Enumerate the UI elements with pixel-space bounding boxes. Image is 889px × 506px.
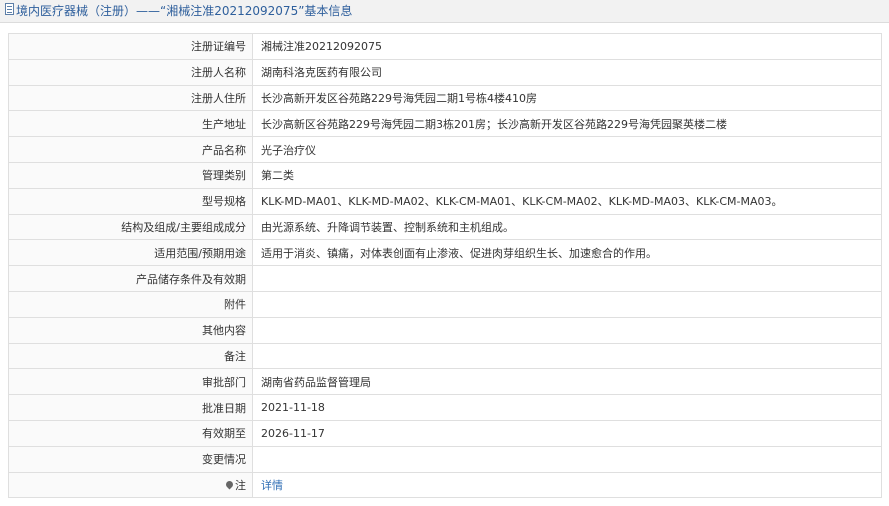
field-label: 注册人住所: [8, 84, 253, 112]
table-row: 附件: [8, 290, 882, 318]
table-row: 适用范围/预期用途 适用于消炎、镇痛，对体表创面有止渗液、促进肉芽组织生长、加速…: [8, 239, 882, 267]
field-value: 湖南科洛克医药有限公司: [252, 58, 882, 86]
field-label: 注册人名称: [8, 58, 253, 86]
field-label: 生产地址: [8, 110, 253, 138]
note-label-cell: 注: [8, 471, 253, 499]
field-value: KLK-MD-MA01、KLK-MD-MA02、KLK-CM-MA01、KLK-…: [252, 187, 882, 215]
field-value: 2021-11-18: [252, 394, 882, 421]
field-label: 其他内容: [8, 316, 253, 344]
table-row: 型号规格 KLK-MD-MA01、KLK-MD-MA02、KLK-CM-MA01…: [8, 187, 882, 215]
field-label: 注册证编号: [8, 33, 253, 60]
table-row: 注册人名称 湖南科洛克医药有限公司: [8, 58, 882, 86]
table-row: 注册证编号 湘械注准20212092075: [8, 33, 882, 60]
table-row: 审批部门 湖南省药品监督管理局: [8, 368, 882, 396]
field-label: 审批部门: [8, 368, 253, 396]
field-label: 结构及组成/主要组成成分: [8, 213, 253, 241]
field-value: [252, 316, 882, 344]
field-label: 批准日期: [8, 394, 253, 421]
table-row: 批准日期 2021-11-18: [8, 394, 882, 421]
field-value: [252, 445, 882, 473]
field-value: 适用于消炎、镇痛，对体表创面有止渗液、促进肉芽组织生长、加速愈合的作用。: [252, 239, 882, 267]
table-row: 注册人住所 长沙高新开发区谷苑路229号海凭园二期1号栋4楼410房: [8, 84, 882, 112]
field-value: 第二类: [252, 161, 882, 189]
pin-icon: [224, 479, 235, 490]
field-value: 湘械注准20212092075: [252, 33, 882, 60]
table-row: 其他内容: [8, 316, 882, 344]
table-row: 备注: [8, 342, 882, 370]
field-label: 管理类别: [8, 161, 253, 189]
page-header: 境内医疗器械（注册）——“湘械注准20212092075”基本信息: [0, 0, 889, 23]
field-value: 长沙高新区谷苑路229号海凭园二期3栋201房；长沙高新开发区谷苑路229号海凭…: [252, 110, 882, 138]
field-value: 长沙高新开发区谷苑路229号海凭园二期1号栋4楼410房: [252, 84, 882, 112]
table-row: 变更情况: [8, 445, 882, 473]
details-link[interactable]: 详情: [261, 479, 283, 492]
field-value: 湖南省药品监督管理局: [252, 368, 882, 396]
field-label: 有效期至: [8, 419, 253, 447]
table-row: 管理类别 第二类: [8, 161, 882, 189]
info-table: 注册证编号 湘械注准20212092075 注册人名称 湖南科洛克医药有限公司 …: [8, 33, 882, 499]
field-value: 由光源系统、升降调节装置、控制系统和主机组成。: [252, 213, 882, 241]
page-title: 境内医疗器械（注册）——“湘械注准20212092075”基本信息: [16, 4, 353, 18]
field-label: 型号规格: [8, 187, 253, 215]
field-label: 备注: [8, 342, 253, 370]
document-icon: [5, 3, 14, 15]
field-label: 变更情况: [8, 445, 253, 473]
table-row: 产品名称 光子治疗仪: [8, 136, 882, 163]
field-value: [252, 265, 882, 292]
table-row: 生产地址 长沙高新区谷苑路229号海凭园二期3栋201房；长沙高新开发区谷苑路2…: [8, 110, 882, 138]
field-label: 适用范围/预期用途: [8, 239, 253, 267]
field-value: [252, 290, 882, 318]
note-label: 注: [235, 478, 246, 492]
note-row: 注 详情: [8, 471, 882, 499]
field-label: 产品名称: [8, 136, 253, 163]
field-value: [252, 342, 882, 370]
table-row: 结构及组成/主要组成成分 由光源系统、升降调节装置、控制系统和主机组成。: [8, 213, 882, 241]
note-value-cell: 详情: [252, 471, 882, 499]
table-row: 产品储存条件及有效期: [8, 265, 882, 292]
field-value: 光子治疗仪: [252, 136, 882, 163]
table-row: 有效期至 2026-11-17: [8, 419, 882, 447]
field-value: 2026-11-17: [252, 419, 882, 447]
field-label: 附件: [8, 290, 253, 318]
field-label: 产品储存条件及有效期: [8, 265, 253, 292]
